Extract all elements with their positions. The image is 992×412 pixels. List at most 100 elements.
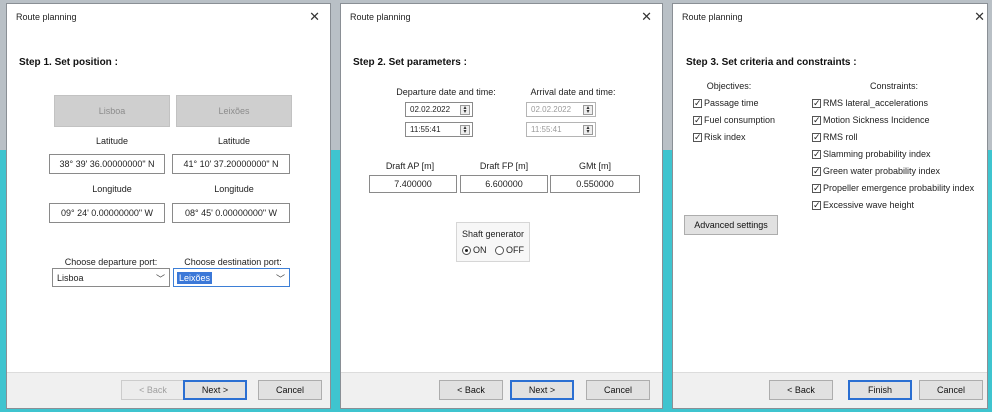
- constraint-rms-roll-checkbox[interactable]: ✓ RMS roll: [812, 132, 858, 142]
- draft-ap-label: Draft AP [m]: [385, 161, 435, 171]
- checkbox-checked-icon: ✓: [693, 114, 702, 125]
- back-button[interactable]: < Back: [121, 380, 185, 400]
- checkbox-checked-icon: ✓: [812, 182, 821, 193]
- dialog-title: Route planning: [16, 12, 77, 22]
- arrival-time-value: 11:55:41: [531, 125, 562, 134]
- destination-latitude-field[interactable]: 41° 10' 37.20000000" N: [172, 154, 290, 174]
- constraint-propeller-emergence-checkbox[interactable]: ✓ Propeller emergence probability index: [812, 183, 974, 193]
- close-icon[interactable]: ✕: [974, 9, 985, 25]
- spinner-icon: ▴ ▾: [583, 105, 593, 115]
- objective-passage-time-checkbox[interactable]: ✓ Passage time: [693, 98, 759, 108]
- objective-label: Passage time: [704, 98, 759, 108]
- back-button[interactable]: < Back: [769, 380, 833, 400]
- arrival-datetime-label: Arrival date and time:: [530, 87, 616, 97]
- finish-button[interactable]: Finish: [848, 380, 912, 400]
- destination-port-select[interactable]: Leixões ﹀: [173, 268, 290, 287]
- departure-port-select[interactable]: Lisboa ﹀: [52, 268, 170, 287]
- objectives-label: Objectives:: [706, 81, 752, 91]
- cancel-button[interactable]: Cancel: [258, 380, 322, 400]
- close-icon[interactable]: ✕: [641, 9, 652, 25]
- shaft-on-radio[interactable]: ON: [462, 245, 487, 255]
- route-planning-dialog-step1: Route planning ✕ Step 1. Set position : …: [6, 3, 331, 409]
- departure-longitude-field[interactable]: 09° 24' 0.00000000" W: [49, 203, 165, 223]
- shaft-off-radio[interactable]: OFF: [495, 245, 524, 255]
- departure-time-value: 11:55:41: [410, 125, 441, 134]
- title-bar: Route planning ✕: [673, 4, 987, 30]
- departure-time-picker[interactable]: 11:55:41 ▴ ▾: [405, 122, 473, 137]
- dialog-footer: < Back Next > Cancel: [7, 372, 330, 408]
- departure-port-button[interactable]: Lisboa: [54, 95, 170, 127]
- constraint-label: Propeller emergence probability index: [823, 183, 975, 193]
- dialog-title: Route planning: [682, 12, 743, 22]
- checkbox-checked-icon: ✓: [812, 97, 821, 108]
- advanced-settings-button[interactable]: Advanced settings: [684, 215, 778, 235]
- constraint-label: RMS roll: [823, 132, 858, 142]
- departure-datetime-label: Departure date and time:: [396, 87, 496, 97]
- constraint-label: RMS lateral_accelerations: [823, 98, 929, 108]
- shaft-off-label: OFF: [506, 245, 524, 255]
- arrival-date-value: 02.02.2022: [531, 105, 572, 114]
- shaft-generator-group: Shaft generator ON OFF: [456, 222, 530, 262]
- destination-longitude-field[interactable]: 08° 45' 0.00000000" W: [172, 203, 290, 223]
- destination-port-value: Leixões: [177, 272, 213, 284]
- departure-latitude-label: Latitude: [95, 136, 129, 146]
- constraint-slamming-checkbox[interactable]: ✓ Slamming probability index: [812, 149, 931, 159]
- spinner-icon[interactable]: ▴ ▾: [460, 105, 470, 115]
- cancel-button[interactable]: Cancel: [586, 380, 650, 400]
- checkbox-checked-icon: ✓: [693, 97, 702, 108]
- objective-label: Risk index: [704, 132, 746, 142]
- checkbox-checked-icon: ✓: [812, 114, 821, 125]
- step-heading: Step 2. Set parameters :: [353, 57, 467, 68]
- draft-ap-input[interactable]: 7.400000: [369, 175, 457, 193]
- close-icon[interactable]: ✕: [309, 9, 320, 25]
- objective-label: Fuel consumption: [704, 115, 776, 125]
- dialog-title: Route planning: [350, 12, 411, 22]
- title-bar: Route planning ✕: [7, 4, 330, 30]
- constraint-green-water-checkbox[interactable]: ✓ Green water probability index: [812, 166, 940, 176]
- constraints-label: Constraints:: [869, 81, 919, 91]
- checkbox-checked-icon: ✓: [812, 199, 821, 210]
- constraint-label: Motion Sickness Incidence: [823, 115, 930, 125]
- departure-port-value: Lisboa: [57, 273, 84, 283]
- constraint-motion-sickness-checkbox[interactable]: ✓ Motion Sickness Incidence: [812, 115, 930, 125]
- next-button[interactable]: Next >: [183, 380, 247, 400]
- next-button[interactable]: Next >: [510, 380, 574, 400]
- checkbox-checked-icon: ✓: [693, 131, 702, 142]
- spinner-icon[interactable]: ▴ ▾: [460, 125, 470, 135]
- draft-fp-input[interactable]: 6.600000: [460, 175, 548, 193]
- constraint-rms-lateral-checkbox[interactable]: ✓ RMS lateral_accelerations: [812, 98, 928, 108]
- route-planning-dialog-step3: Route planning ✕ Step 3. Set criteria an…: [672, 3, 988, 409]
- departure-longitude-label: Longitude: [92, 184, 132, 194]
- constraint-label: Excessive wave height: [823, 200, 915, 210]
- step-heading: Step 1. Set position :: [19, 57, 118, 68]
- departure-latitude-field[interactable]: 38° 39' 36.00000000" N: [49, 154, 165, 174]
- gmt-input[interactable]: 0.550000: [550, 175, 640, 193]
- title-bar: Route planning ✕: [341, 4, 662, 30]
- route-planning-dialog-step2: Route planning ✕ Step 2. Set parameters …: [340, 3, 663, 409]
- step-heading: Step 3. Set criteria and constraints :: [686, 57, 857, 68]
- dialog-footer: < Back Next > Cancel: [341, 372, 662, 408]
- destination-latitude-label: Latitude: [217, 136, 251, 146]
- shaft-on-label: ON: [473, 245, 487, 255]
- objective-fuel-consumption-checkbox[interactable]: ✓ Fuel consumption: [693, 115, 775, 125]
- radio-unselected-icon: [495, 245, 504, 255]
- cancel-button[interactable]: Cancel: [919, 380, 983, 400]
- destination-port-button[interactable]: Leixões: [176, 95, 292, 127]
- constraint-excessive-wave-checkbox[interactable]: ✓ Excessive wave height: [812, 200, 914, 210]
- constraint-label: Slamming probability index: [823, 149, 931, 159]
- dialog-footer: < Back Finish Cancel: [673, 372, 987, 408]
- checkbox-checked-icon: ✓: [812, 165, 821, 176]
- back-button[interactable]: < Back: [439, 380, 503, 400]
- radio-selected-icon: [462, 245, 471, 255]
- objective-risk-index-checkbox[interactable]: ✓ Risk index: [693, 132, 746, 142]
- chevron-down-icon: ﹀: [275, 274, 285, 284]
- arrival-time-picker: 11:55:41 ▴ ▾: [526, 122, 596, 137]
- constraint-label: Green water probability index: [823, 166, 941, 176]
- destination-port-label: Choose destination port:: [184, 257, 282, 267]
- departure-port-label: Choose departure port:: [64, 257, 158, 267]
- checkbox-checked-icon: ✓: [812, 148, 821, 159]
- gmt-label: GMt [m]: [579, 161, 611, 171]
- departure-date-picker[interactable]: 02.02.2022 ▴ ▾: [405, 102, 473, 117]
- destination-longitude-label: Longitude: [214, 184, 254, 194]
- draft-fp-label: Draft FP [m]: [479, 161, 529, 171]
